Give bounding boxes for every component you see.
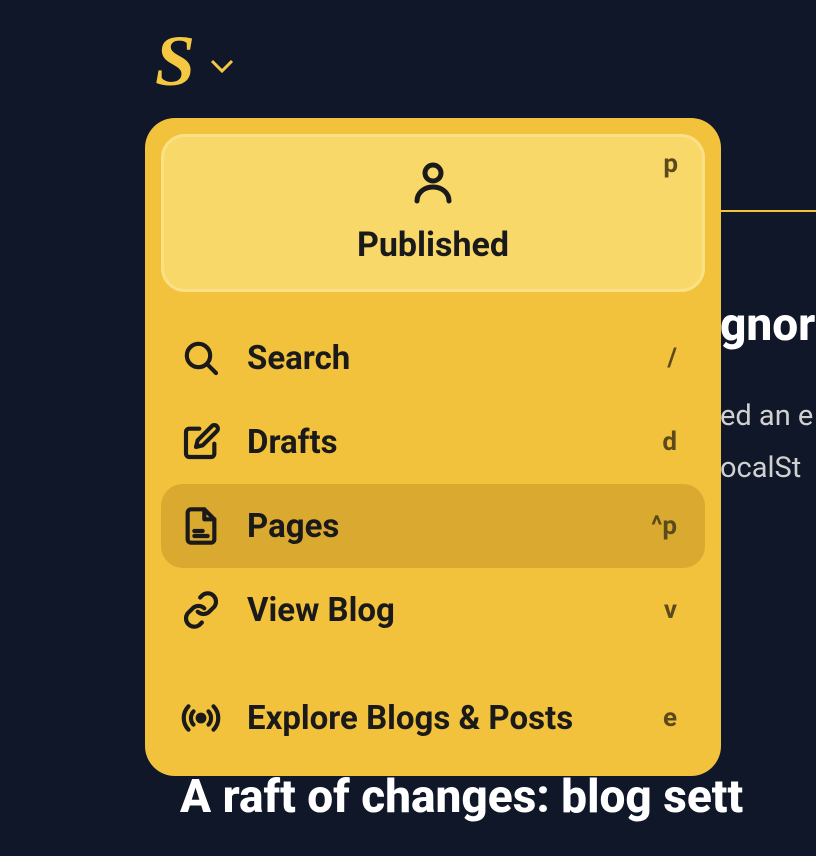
menu-item-label: Explore Blogs & Posts — [247, 699, 639, 738]
shortcut-key: / — [667, 343, 687, 373]
menu-item-label: Search — [247, 339, 643, 378]
logo-dropdown-trigger[interactable]: S — [155, 25, 234, 97]
menu-item-published[interactable]: p Published — [161, 134, 705, 292]
user-icon — [409, 159, 457, 211]
navigation-dropdown: p Published Search / Drafts d — [145, 118, 721, 776]
shortcut-key: p — [663, 149, 678, 179]
page-icon — [179, 504, 223, 548]
tab-underline — [720, 210, 816, 212]
search-icon — [179, 336, 223, 380]
edit-icon — [179, 420, 223, 464]
shortcut-key: d — [662, 427, 687, 457]
bg-article-text: ed an e ocalSt — [720, 390, 816, 494]
menu-item-label: Pages — [247, 507, 627, 546]
menu-item-view-blog[interactable]: View Blog v — [161, 568, 705, 652]
menu-item-label: Drafts — [247, 423, 638, 462]
bg-article-title-2: A raft of changes: blog sett — [180, 770, 743, 824]
link-icon — [179, 588, 223, 632]
chevron-down-icon — [210, 58, 234, 72]
menu-item-search[interactable]: Search / — [161, 316, 705, 400]
bg-article-title: gnor — [720, 298, 816, 352]
background-content: gnor ed an e ocalSt — [720, 298, 816, 494]
menu-divider — [161, 652, 705, 676]
menu-item-pages[interactable]: Pages ^p — [161, 484, 705, 568]
shortcut-key: ^p — [651, 511, 687, 541]
menu-item-drafts[interactable]: Drafts d — [161, 400, 705, 484]
menu-item-label: View Blog — [247, 591, 640, 630]
menu-item-label: Published — [357, 225, 509, 265]
app-logo: S — [155, 25, 195, 97]
menu-item-explore[interactable]: Explore Blogs & Posts e — [161, 676, 705, 760]
shortcut-key: e — [663, 703, 687, 733]
broadcast-icon — [179, 696, 223, 740]
shortcut-key: v — [664, 595, 687, 625]
